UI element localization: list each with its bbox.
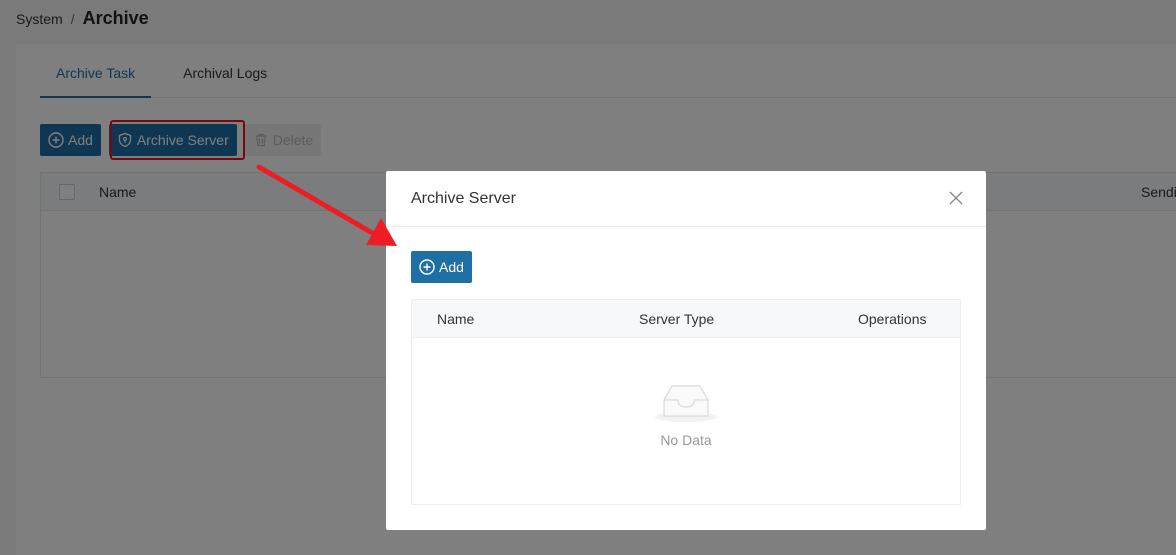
archive-server-modal: Archive Server Add Name Server Type Oper… (386, 171, 986, 530)
modal-add-button-label: Add (439, 259, 464, 275)
column-header-name: Name (437, 311, 475, 327)
plus-circle-icon (419, 259, 435, 275)
column-header-operations: Operations (858, 311, 927, 327)
archive-server-table-header: Name Server Type Operations (412, 300, 960, 338)
modal-add-button[interactable]: Add (411, 251, 472, 283)
empty-state-text: No Data (660, 432, 712, 448)
column-header-server-type: Server Type (639, 311, 715, 327)
modal-title: Archive Server (411, 190, 516, 207)
close-icon[interactable] (948, 190, 964, 206)
empty-state: No Data (412, 382, 960, 448)
archive-server-table: Name Server Type Operations No Data (411, 299, 961, 505)
modal-header: Archive Server (386, 171, 986, 227)
empty-inbox-icon (412, 382, 960, 424)
